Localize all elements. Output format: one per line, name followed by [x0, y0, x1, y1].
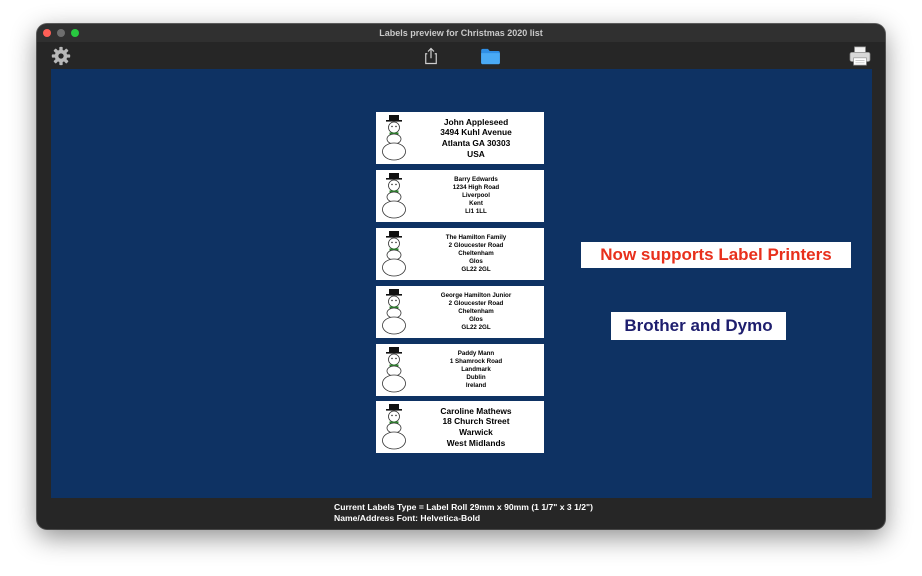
- address-line: Caroline Mathews: [440, 405, 512, 416]
- zoom-window-button[interactable]: [71, 29, 79, 37]
- address-line: GL22 2GL: [461, 324, 491, 331]
- gear-icon: [51, 46, 71, 66]
- address-line: Liverpool: [462, 192, 490, 199]
- address-label: John Appleseed 3494 Kuhl Avenue Atlanta GA…: [376, 112, 544, 164]
- address-line: Cheltenham: [458, 308, 494, 315]
- snowman-icon: [379, 231, 409, 277]
- address-line: GL22 2GL: [461, 266, 491, 273]
- address-text: Paddy Mann 1 Shamrock Road Landmark Dublin I…: [410, 344, 542, 396]
- address-label: Barry Edwards 1234 High Road Liverpool Kent…: [376, 170, 544, 222]
- address-line: Paddy Mann: [457, 350, 495, 357]
- address-line: 3494 Kuhl Avenue: [440, 127, 512, 138]
- address-label: The Hamilton Family 2 Gloucester Road Chel…: [376, 228, 544, 280]
- address-line: George Hamilton Junior: [440, 292, 512, 299]
- address-line: USA: [467, 148, 485, 159]
- address-line: 2 Gloucester Road: [448, 300, 504, 307]
- address-line: Glos: [469, 258, 483, 265]
- labels-type-text: Current Labels Type = Label Roll 29mm x …: [334, 502, 593, 512]
- address-line: Cheltenham: [458, 250, 494, 257]
- snowman-icon: [379, 404, 409, 450]
- label-printers-promo: Now supports Label Printers: [581, 242, 851, 268]
- address-text: George Hamilton Junior 2 Gloucester Road C…: [410, 286, 542, 338]
- address-line: Atlanta GA 30303: [441, 138, 511, 148]
- print-button[interactable]: [848, 45, 872, 67]
- brother-dymo-promo: Brother and Dymo: [611, 312, 786, 340]
- address-line: 18 Church Street: [442, 416, 510, 427]
- share-button[interactable]: [420, 45, 442, 67]
- address-text: John Appleseed 3494 Kuhl Avenue Atlanta GA…: [410, 112, 542, 164]
- app-window: Labels preview for Christmas 2020 list J…: [37, 24, 885, 529]
- settings-button[interactable]: [50, 45, 72, 67]
- address-text: Barry Edwards 1234 High Road Liverpool Kent…: [410, 170, 542, 222]
- minimize-window-button[interactable]: [57, 29, 65, 37]
- snowman-icon: [379, 289, 409, 335]
- address-text: Caroline Mathews 18 Church Street Warwick W…: [410, 401, 542, 453]
- address-label: George Hamilton Junior 2 Gloucester Road C…: [376, 286, 544, 338]
- address-line: 1 Shamrock Road: [449, 358, 503, 365]
- address-line: Ireland: [465, 382, 487, 389]
- snowman-icon: [379, 347, 409, 393]
- address-line: 2 Gloucester Road: [448, 242, 504, 249]
- address-line: West Midlands: [446, 437, 506, 448]
- address-line: Glos: [469, 316, 483, 323]
- font-info-text: Name/Address Font: Helvetica-Bold: [334, 512, 481, 523]
- address-line: The Hamilton Family: [445, 234, 507, 241]
- address-line: 1234 High Road: [452, 184, 500, 191]
- address-line: Kent: [469, 200, 483, 207]
- address-line: Dublin: [466, 374, 486, 381]
- toolbar: [37, 42, 885, 69]
- share-icon: [425, 47, 437, 65]
- address-text: The Hamilton Family 2 Gloucester Road Chel…: [410, 228, 542, 280]
- open-folder-button[interactable]: [478, 46, 502, 66]
- snowman-icon: [379, 115, 409, 161]
- label-preview-canvas: John Appleseed 3494 Kuhl Avenue Atlanta GA…: [51, 69, 872, 498]
- address-line: John Appleseed: [443, 116, 509, 127]
- address-label: Caroline Mathews 18 Church Street Warwick W…: [376, 401, 544, 453]
- folder-icon: [480, 48, 500, 64]
- address-line: Warwick: [459, 427, 493, 437]
- address-label: Paddy Mann 1 Shamrock Road Landmark Dublin I…: [376, 344, 544, 396]
- address-line: Landmark: [461, 366, 491, 373]
- status-info: Current Labels Type = Label Roll 29mm x …: [334, 502, 593, 523]
- printer-icon: [849, 46, 871, 66]
- address-line: Ll1 1LL: [465, 208, 487, 215]
- address-line: Barry Edwards: [454, 176, 498, 183]
- close-window-button[interactable]: [43, 29, 51, 37]
- window-title: Labels preview for Christmas 2020 list: [379, 28, 543, 38]
- snowman-icon: [379, 173, 409, 219]
- title-bar: Labels preview for Christmas 2020 list: [37, 24, 885, 42]
